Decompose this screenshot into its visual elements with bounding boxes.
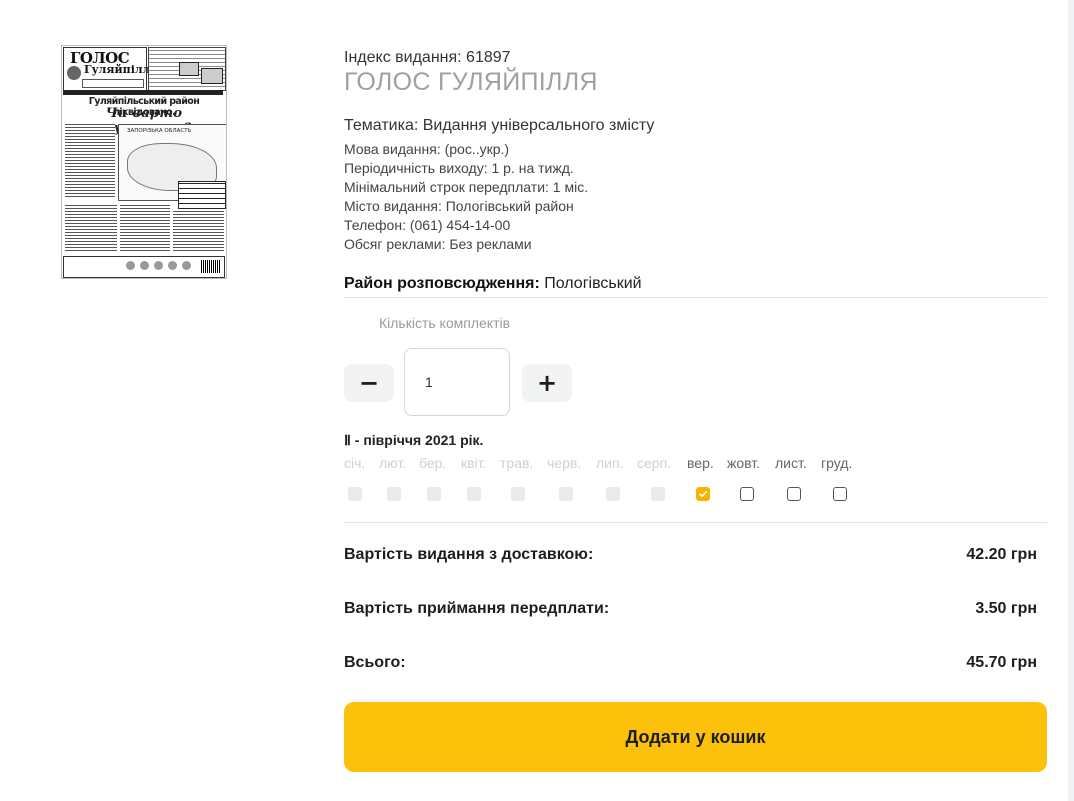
cover-footer-mark (168, 261, 177, 270)
divider (344, 522, 1047, 523)
total-value: 45.70 грн (966, 654, 1037, 671)
publication-topic: Тематика: Видання універсального змісту (344, 117, 655, 134)
month-checkbox[interactable] (696, 487, 710, 501)
month-checkbox (427, 487, 441, 501)
monitor-icon (201, 68, 223, 84)
meta-city: Місто видання: Пологівський район (344, 198, 574, 214)
increase-quantity-button[interactable]: + (522, 364, 572, 402)
month-label: січ. (344, 455, 366, 471)
divider (344, 297, 1047, 298)
month-label: квіт. (461, 455, 487, 471)
plus-icon: + (536, 369, 558, 397)
delivery-cost-value: 42.20 грн (966, 546, 1037, 563)
month-checkbox (467, 487, 481, 501)
meta-phone: Телефон: (061) 454-14-00 (344, 217, 511, 233)
delivery-cost-label: Вартість видання з доставкою: (344, 546, 594, 563)
coat-of-arms-icon (67, 66, 81, 80)
cover-footer-mark (126, 261, 135, 270)
cover-masthead: ГОЛОС Гуляйпілля (63, 47, 159, 91)
decrease-quantity-button[interactable]: − (344, 364, 394, 402)
period-title: Ⅱ - півріччя 2021 рік. (344, 432, 484, 448)
barcode-icon (201, 260, 221, 273)
total-label: Всього: (344, 654, 406, 671)
month-checkbox (348, 487, 362, 501)
month-label: вер. (687, 455, 714, 471)
cover-footer-mark (140, 261, 149, 270)
newspaper-cover-image: ГОЛОС Гуляйпілля Гуляйпільський район лі… (61, 45, 227, 279)
month-checkbox[interactable] (740, 487, 754, 501)
month-label: лист. (775, 455, 807, 471)
meta-advertising: Обсяг реклами: Без реклами (344, 236, 532, 252)
scrollbar-track[interactable] (1068, 0, 1074, 801)
month-label: трав. (500, 455, 534, 471)
publication-title: ГОЛОС ГУЛЯЙПІЛЛЯ (344, 68, 598, 96)
cover-table (178, 181, 226, 209)
cover-footer (63, 256, 225, 278)
month-label: черв. (547, 455, 582, 471)
meta-frequency: Періодичність виходу: 1 р. на тижд. (344, 160, 574, 176)
district-label: Район розповсюдження: (344, 275, 540, 292)
month-label: бер. (419, 455, 447, 471)
subscription-fee-label: Вартість приймання передплати: (344, 600, 610, 617)
district-value: Пологівський (539, 275, 642, 292)
cover-footer-mark (182, 261, 191, 270)
cover-text-column (65, 203, 117, 253)
month-label: жовт. (727, 455, 761, 471)
cover-text-column (120, 203, 170, 253)
month-checkbox (651, 487, 665, 501)
cover-map-label: ЗАПОРІЗЬКА ОБЛАСТЬ (127, 128, 192, 134)
tablet-icon (179, 62, 199, 76)
quantity-label: Кількість комплектів (379, 315, 511, 331)
distribution-district: Район розповсюдження: Пологівський (344, 275, 642, 293)
cover-masthead-strip (82, 79, 144, 88)
meta-min-term: Мінімальний строк передплати: 1 міс. (344, 179, 589, 195)
cover-footer-mark (154, 261, 163, 270)
month-checkbox (606, 487, 620, 501)
subscription-fee-value: 3.50 грн (975, 600, 1037, 617)
month-checkbox[interactable] (833, 487, 847, 501)
cover-advert-block (148, 47, 226, 91)
month-label: лют. (379, 455, 407, 471)
month-label: груд. (821, 455, 853, 471)
month-checkbox (387, 487, 401, 501)
minus-icon: − (358, 369, 380, 397)
checkmark-icon (699, 491, 707, 498)
month-checkbox (559, 487, 573, 501)
month-checkbox (511, 487, 525, 501)
cover-text-column (65, 124, 115, 199)
quantity-input[interactable] (404, 348, 510, 416)
cover-text-column (173, 210, 224, 253)
month-label: лип. (596, 455, 624, 471)
meta-language: Мова видання: (рос..укр.) (344, 141, 510, 157)
publication-index: Індекс видання: 61897 (344, 49, 511, 66)
month-checkbox[interactable] (787, 487, 801, 501)
month-label: серп. (637, 455, 672, 471)
add-to-cart-button[interactable]: Додати у кошик (344, 702, 1047, 772)
cover-divider (63, 90, 223, 95)
